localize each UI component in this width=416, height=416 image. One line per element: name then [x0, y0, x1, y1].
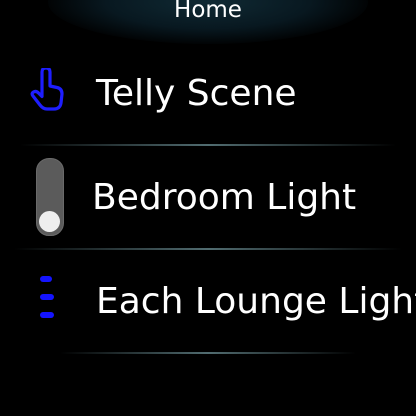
watch-screen: Home Telly Scene Bedroom Light Each Loun…: [0, 0, 416, 416]
light-group-icon: [38, 276, 58, 328]
each-lounge-light-label: Each Lounge Light: [96, 281, 416, 322]
page-title[interactable]: Home: [0, 0, 416, 26]
light-bar: [40, 294, 54, 300]
list-item-telly-scene[interactable]: Telly Scene: [0, 42, 416, 146]
telly-scene-label: Telly Scene: [96, 73, 297, 114]
light-bar: [40, 276, 52, 282]
toggle-knob: [39, 211, 60, 232]
light-bar: [40, 312, 54, 318]
touch-hand-icon: [30, 68, 64, 111]
bedroom-light-label: Bedroom Light: [92, 177, 357, 218]
bedroom-light-toggle[interactable]: [36, 158, 64, 236]
divider: [60, 352, 356, 354]
